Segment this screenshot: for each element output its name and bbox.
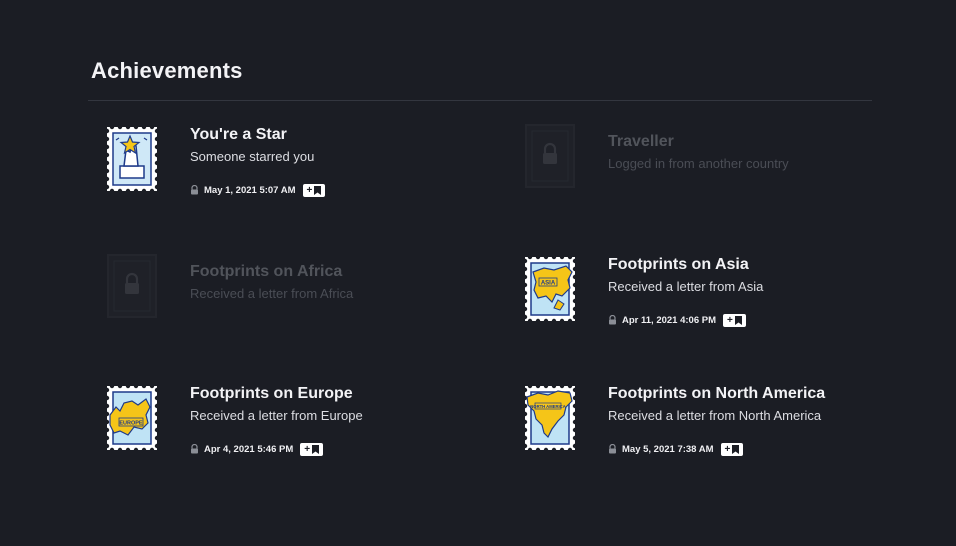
achievement-description: Received a letter from Africa <box>190 286 354 301</box>
achievement-card-africa: Footprints on Africa Received a letter f… <box>106 254 486 353</box>
achievement-name: Footprints on Africa <box>190 263 343 280</box>
lock-icon <box>191 185 198 195</box>
stamp-label: EUROPE <box>119 420 143 426</box>
north-america-stamp-icon: NORTH AMERICA <box>524 385 576 451</box>
achievement-name: Footprints on Asia <box>608 256 749 273</box>
stamp-label: ASIA <box>541 281 556 287</box>
locked-stamp-icon <box>524 123 576 189</box>
achievement-card-europe: EUROPE Footprints on Europe Received a l… <box>106 385 486 475</box>
achievement-card-youre-a-star: You're a Star Someone starred you May 1,… <box>106 126 486 216</box>
pin-button[interactable]: + <box>720 442 744 456</box>
pin-button[interactable]: + <box>300 442 324 456</box>
achievement-name: Footprints on North America <box>608 385 826 402</box>
achievement-name: Traveller <box>608 133 674 150</box>
pin-button[interactable]: + <box>302 183 326 197</box>
achievement-name: You're a Star <box>190 126 287 143</box>
europe-stamp-icon: EUROPE <box>106 385 158 451</box>
star-stamp-icon <box>106 126 158 192</box>
divider <box>88 100 872 101</box>
bookmark-icon <box>734 315 742 325</box>
bookmark-icon <box>314 185 322 195</box>
achievement-date: May 1, 2021 5:07 AM <box>204 184 296 196</box>
page-title: Achievements <box>91 58 243 83</box>
achievement-description: Received a letter from North America <box>608 408 822 423</box>
achievement-description: Received a letter from Asia <box>608 279 764 294</box>
achievement-description: Received a letter from Europe <box>190 408 363 423</box>
locked-stamp-icon <box>106 253 158 319</box>
plus-label: + <box>727 314 733 326</box>
achievement-card-asia: ASIA Footprints on Asia Received a lette… <box>524 256 904 346</box>
stamp-label: NORTH AMERICA <box>530 404 565 409</box>
bookmark-icon <box>732 444 740 454</box>
achievement-description: Someone starred you <box>190 149 315 164</box>
lock-icon <box>609 315 616 325</box>
asia-stamp-icon: ASIA <box>524 256 576 322</box>
bookmark-icon <box>312 444 320 454</box>
achievement-description: Logged in from another country <box>608 156 789 171</box>
achievement-card-north-america: NORTH AMERICA Footprints on North Americ… <box>524 385 904 475</box>
achievement-date: Apr 11, 2021 4:06 PM <box>622 314 716 326</box>
plus-label: + <box>304 443 311 455</box>
plus-label: + <box>306 184 313 196</box>
achievement-date: Apr 4, 2021 5:46 PM <box>204 443 294 455</box>
achievement-date: May 5, 2021 7:38 AM <box>622 443 714 455</box>
achievement-name: Footprints on Europe <box>190 385 353 402</box>
plus-label: + <box>724 443 731 455</box>
lock-icon <box>609 444 616 454</box>
achievement-card-traveller: Traveller Logged in from another country <box>524 124 904 223</box>
lock-icon <box>191 444 198 454</box>
pin-button[interactable]: + <box>723 313 746 327</box>
